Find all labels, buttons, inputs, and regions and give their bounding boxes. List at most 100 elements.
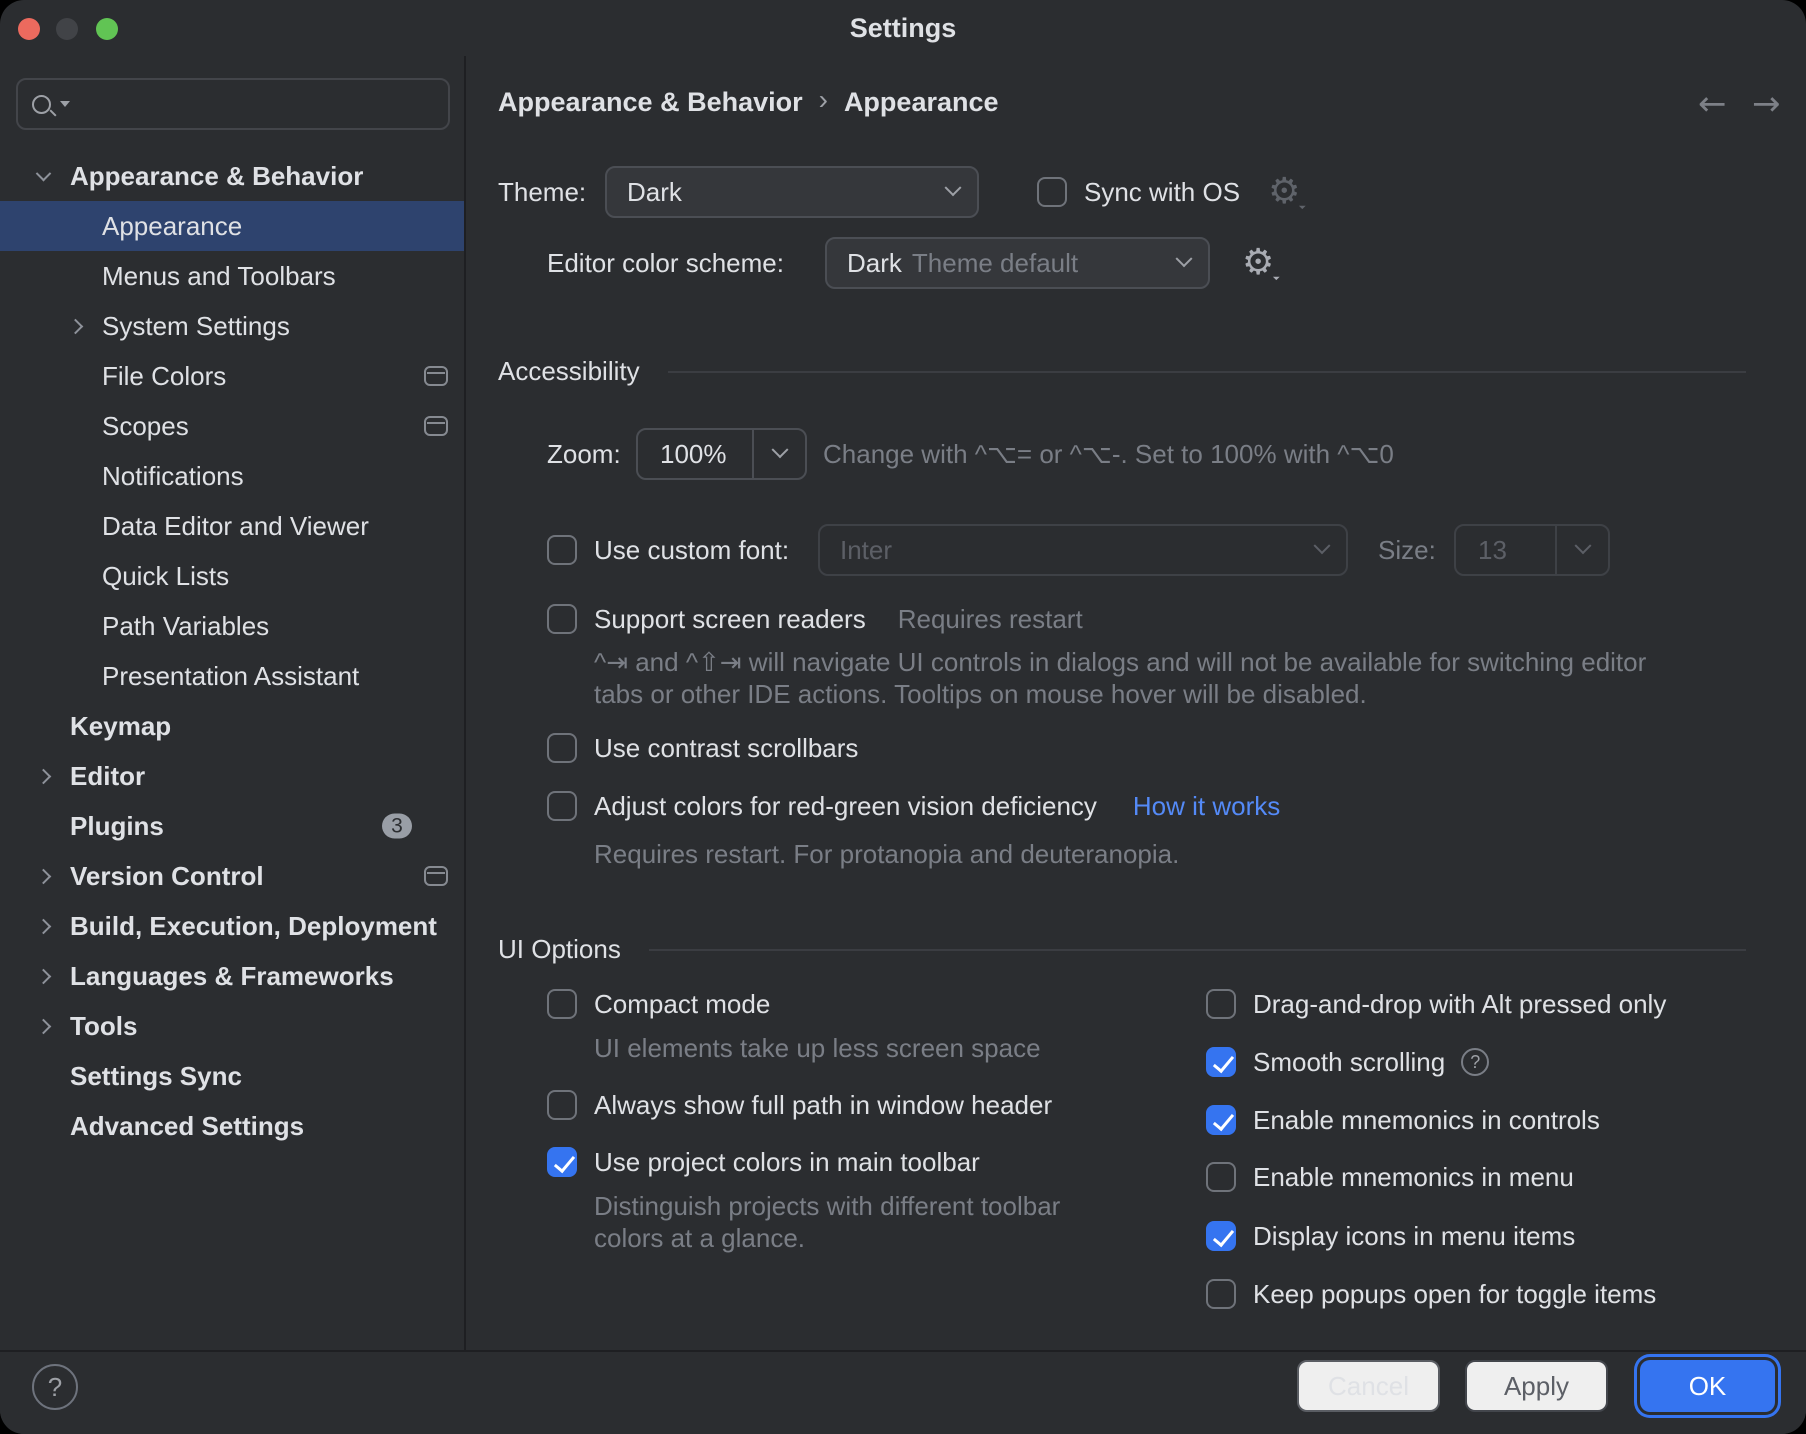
drag-drop-alt-checkbox[interactable] bbox=[1206, 989, 1236, 1019]
sidebar-item-path-variables[interactable]: Path Variables bbox=[0, 601, 464, 651]
project-settings-icon bbox=[424, 866, 448, 886]
cancel-button[interactable]: Cancel bbox=[1297, 1360, 1440, 1412]
forward-arrow-icon[interactable]: → bbox=[1752, 84, 1781, 124]
sidebar-item-presentation-assistant[interactable]: Presentation Assistant bbox=[0, 651, 464, 701]
adjust-colors-checkbox[interactable] bbox=[547, 791, 577, 821]
theme-label: Theme: bbox=[498, 177, 605, 208]
full-path-row: Always show full path in window header bbox=[547, 1087, 1052, 1123]
sidebar-item-build-execution-deployment[interactable]: Build, Execution, Deployment bbox=[0, 901, 464, 951]
mnemonics-menu-label: Enable mnemonics in menu bbox=[1253, 1162, 1574, 1193]
plugins-count-badge: 3 bbox=[382, 814, 412, 839]
zoom-row: Zoom: 100% Change with ^⌥= or ^⌥-. Set t… bbox=[547, 428, 1394, 480]
ok-button[interactable]: OK bbox=[1640, 1360, 1775, 1412]
use-contrast-scrollbars-label: Use contrast scrollbars bbox=[594, 733, 858, 764]
theme-select[interactable]: Dark bbox=[605, 166, 979, 218]
apply-button[interactable]: Apply bbox=[1465, 1360, 1608, 1412]
project-colors-hint: Distinguish projects with different tool… bbox=[594, 1190, 1084, 1254]
sync-settings-gear-icon[interactable]: ⚙ bbox=[1268, 174, 1300, 210]
sidebar-item-system-settings[interactable]: System Settings bbox=[0, 301, 464, 351]
contrast-scrollbars-row: Use contrast scrollbars bbox=[547, 730, 858, 766]
sidebar-item-version-control[interactable]: Version Control bbox=[0, 851, 464, 901]
chevron-right-icon[interactable] bbox=[36, 768, 52, 784]
compact-mode-label: Compact mode bbox=[594, 989, 770, 1020]
mnemonics-controls-row: Enable mnemonics in controls bbox=[1206, 1102, 1600, 1138]
search-input[interactable] bbox=[16, 78, 450, 130]
back-arrow-icon[interactable]: ← bbox=[1698, 84, 1727, 124]
sidebar-item-editor[interactable]: Editor bbox=[0, 751, 464, 801]
sidebar-item-file-colors[interactable]: File Colors bbox=[0, 351, 464, 401]
mnemonics-controls-checkbox[interactable] bbox=[1206, 1105, 1236, 1135]
compact-mode-checkbox[interactable] bbox=[547, 989, 577, 1019]
drag-drop-alt-label: Drag-and-drop with Alt pressed only bbox=[1253, 989, 1666, 1020]
titlebar: Settings bbox=[0, 0, 1806, 56]
project-settings-icon bbox=[424, 366, 448, 386]
use-custom-font-checkbox[interactable] bbox=[547, 535, 577, 565]
full-path-checkbox[interactable] bbox=[547, 1090, 577, 1120]
sidebar-item-tools[interactable]: Tools bbox=[0, 1001, 464, 1051]
settings-tree: Appearance & Behavior Appearance Menus a… bbox=[0, 151, 464, 1151]
scheme-settings-gear-icon[interactable]: ⚙ bbox=[1242, 245, 1274, 281]
how-it-works-link[interactable]: How it works bbox=[1133, 791, 1280, 822]
font-select[interactable]: Inter bbox=[818, 524, 1348, 576]
mnemonics-controls-label: Enable mnemonics in controls bbox=[1253, 1105, 1600, 1136]
project-colors-label: Use project colors in main toolbar bbox=[594, 1147, 980, 1178]
ui-options-section-header: UI Options bbox=[498, 934, 1746, 965]
red-green-description: Requires restart. For protanopia and deu… bbox=[594, 838, 1179, 870]
scheme-row: Editor color scheme: Dark Theme default … bbox=[547, 237, 1274, 289]
zoom-label: Zoom: bbox=[547, 439, 636, 470]
display-icons-label: Display icons in menu items bbox=[1253, 1221, 1575, 1252]
chevron-down-icon[interactable] bbox=[36, 165, 52, 181]
chevron-down-icon bbox=[771, 441, 788, 458]
support-screen-readers-checkbox[interactable] bbox=[547, 604, 577, 634]
red-green-row: Adjust colors for red-green vision defic… bbox=[547, 788, 1280, 824]
sidebar-item-settings-sync[interactable]: Settings Sync bbox=[0, 1051, 464, 1101]
section-divider bbox=[649, 949, 1746, 951]
display-icons-row: Display icons in menu items bbox=[1206, 1218, 1575, 1254]
adjust-colors-label: Adjust colors for red-green vision defic… bbox=[594, 791, 1097, 822]
size-select[interactable]: 13 bbox=[1454, 524, 1610, 576]
chevron-right-icon[interactable] bbox=[36, 968, 52, 984]
keep-popups-label: Keep popups open for toggle items bbox=[1253, 1279, 1656, 1310]
sidebar-item-scopes[interactable]: Scopes bbox=[0, 401, 464, 451]
ui-options-title: UI Options bbox=[498, 934, 621, 965]
keep-popups-checkbox[interactable] bbox=[1206, 1279, 1236, 1309]
display-icons-checkbox[interactable] bbox=[1206, 1221, 1236, 1251]
chevron-down-icon bbox=[1574, 537, 1591, 554]
chevron-down-icon bbox=[1176, 250, 1193, 267]
sidebar-item-advanced-settings[interactable]: Advanced Settings bbox=[0, 1101, 464, 1151]
zoom-select[interactable]: 100% bbox=[636, 428, 807, 480]
sidebar-item-notifications[interactable]: Notifications bbox=[0, 451, 464, 501]
sidebar-item-languages-frameworks[interactable]: Languages & Frameworks bbox=[0, 951, 464, 1001]
sidebar-item-keymap[interactable]: Keymap bbox=[0, 701, 464, 751]
chevron-right-icon[interactable] bbox=[36, 1018, 52, 1034]
footer-bar: ? Cancel Apply OK bbox=[0, 1350, 1806, 1434]
sidebar-divider bbox=[464, 56, 466, 1352]
sidebar-item-plugins[interactable]: Plugins 3 bbox=[0, 801, 464, 851]
sidebar-item-quick-lists[interactable]: Quick Lists bbox=[0, 551, 464, 601]
sidebar-item-data-editor-viewer[interactable]: Data Editor and Viewer bbox=[0, 501, 464, 551]
breadcrumb-parent[interactable]: Appearance & Behavior bbox=[498, 87, 803, 118]
sync-with-os-checkbox[interactable] bbox=[1037, 177, 1067, 207]
mnemonics-menu-checkbox[interactable] bbox=[1206, 1162, 1236, 1192]
search-history-caret-icon[interactable] bbox=[60, 101, 70, 107]
chevron-right-icon[interactable] bbox=[36, 868, 52, 884]
smooth-scrolling-help-icon[interactable]: ? bbox=[1461, 1048, 1489, 1076]
drag-drop-row: Drag-and-drop with Alt pressed only bbox=[1206, 986, 1666, 1022]
chevron-right-icon[interactable] bbox=[36, 918, 52, 934]
editor-color-scheme-select[interactable]: Dark Theme default bbox=[825, 237, 1210, 289]
custom-font-row: Use custom font: Inter Size: 13 bbox=[547, 524, 1610, 576]
project-colors-checkbox[interactable] bbox=[547, 1147, 577, 1177]
sidebar-item-appearance[interactable]: Appearance bbox=[0, 201, 464, 251]
smooth-scrolling-checkbox[interactable] bbox=[1206, 1047, 1236, 1077]
size-label: Size: bbox=[1378, 535, 1444, 566]
sidebar-item-appearance-behavior[interactable]: Appearance & Behavior bbox=[0, 151, 464, 201]
full-path-label: Always show full path in window header bbox=[594, 1090, 1052, 1121]
help-icon[interactable]: ? bbox=[32, 1364, 78, 1410]
requires-restart-text: Requires restart bbox=[898, 604, 1083, 635]
sidebar-item-menus-toolbars[interactable]: Menus and Toolbars bbox=[0, 251, 464, 301]
chevron-right-icon[interactable] bbox=[68, 318, 84, 334]
project-colors-row: Use project colors in main toolbar bbox=[547, 1144, 980, 1180]
editor-color-scheme-label: Editor color scheme: bbox=[547, 248, 825, 279]
use-contrast-scrollbars-checkbox[interactable] bbox=[547, 733, 577, 763]
theme-row: Theme: Dark Sync with OS ⚙ bbox=[498, 166, 1300, 218]
